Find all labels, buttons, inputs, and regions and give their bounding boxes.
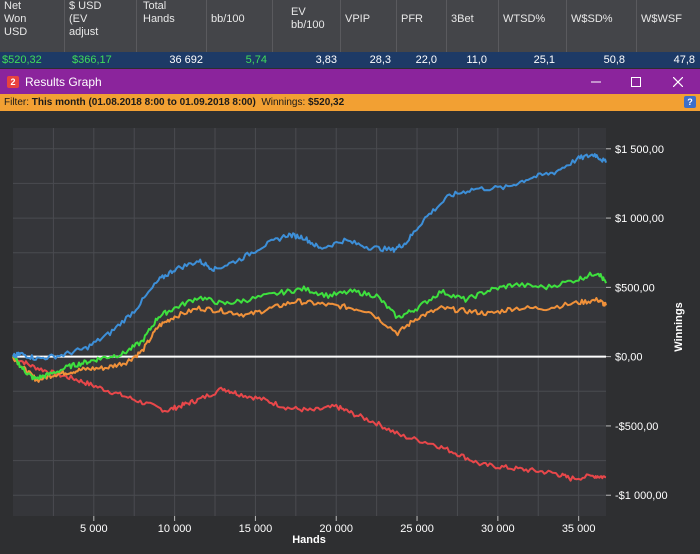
value-usd-ev-adjusted: $366,17 [72,54,112,66]
y-tick-label: -$1 000,00 [615,490,668,502]
help-icon[interactable]: ? [684,96,696,108]
x-tick-label: 30 000 [481,523,515,535]
column-header-total-hands[interactable]: Total Hands [136,0,204,52]
x-tick-label: 5 000 [80,523,108,535]
x-axis-ticks: 5 000 10 000 15 000 20 000 25 000 30 000 35 00… [80,516,595,535]
x-tick-label: 15 000 [239,523,273,535]
x-tick-label: 25 000 [400,523,434,535]
maximize-button[interactable] [618,69,654,94]
y-tick-label: $0,00 [615,352,643,364]
stats-header: Net Won USD $ USD (EV adjust Total Hands… [0,0,700,53]
column-header-net-won-usd[interactable]: Net Won USD [0,0,58,52]
column-header-wtsd[interactable]: WTSD% [498,0,560,52]
value-net-won-usd: $520,32 [2,54,42,66]
winnings-value: $520,32 [308,97,345,108]
filter-bar: Filter: This month (01.08.2018 8:00 to 0… [0,94,700,111]
y-tick-label: $1 500,00 [615,144,664,156]
y-axis-label: Winnings [673,302,685,351]
value-vpip: 28,3 [369,54,391,66]
column-header-bb100[interactable]: bb/100 [206,0,270,52]
winnings-label: Winnings: [255,97,309,108]
value-3bet: 11,0 [466,54,487,66]
stats-values-row[interactable]: $520,32 $366,17 36 692 5,74 3,83 28,3 22… [0,52,700,68]
window-badge: 2 [7,76,19,88]
x-tick-label: 35 000 [562,523,596,535]
minimize-button[interactable] [578,69,614,94]
x-tick-label: 10 000 [158,523,192,535]
window-title: Results Graph [25,75,102,89]
column-header-vpip[interactable]: VPIP [340,0,390,52]
value-total-hands: 36 692 [169,54,203,66]
column-header-3bet[interactable]: 3Bet [446,0,496,52]
value-wwsf: 47,8 [673,54,695,66]
filter-prefix: Filter: [4,97,32,108]
column-header-wwsf[interactable]: W$WSF [636,0,700,52]
close-button[interactable] [660,69,696,94]
value-pfr: 22,0 [415,54,437,66]
column-header-wsd[interactable]: W$SD% [566,0,636,52]
window-titlebar[interactable]: 2 Results Graph [0,69,700,94]
y-tick-label: -$500,00 [615,421,658,433]
y-tick-label: $1 000,00 [615,213,664,225]
x-axis-label: Hands [292,534,326,546]
value-wtsd: 25,1 [533,54,555,66]
maximize-icon [631,77,641,88]
column-header-pfr[interactable]: PFR [396,0,442,52]
column-header-usd-ev-adjusted[interactable]: $ USD (EV adjust [64,0,124,52]
value-bb100: 5,74 [245,54,267,66]
filter-period: This month (01.08.2018 8:00 to 01.09.201… [31,97,256,108]
value-ev-bb100: 3,83 [315,54,337,66]
results-graph-svg: $1 500,00 $1 000,00 $500,00 $0,00 -$500,00 -$… [12,128,685,546]
minimize-icon [591,81,601,83]
results-chart[interactable]: $1 500,00 $1 000,00 $500,00 $0,00 -$500,00 -$… [0,111,700,554]
y-tick-label: $500,00 [615,282,655,294]
column-header-ev-bb100[interactable]: EV bb/100 [272,0,340,52]
close-icon [672,76,684,88]
filter-text: Filter: This month (01.08.2018 8:00 to 0… [4,94,344,111]
y-axis-ticks: $1 500,00 $1 000,00 $500,00 $0,00 -$500,00 -$… [606,144,668,502]
value-wsd: 50,8 [603,54,625,66]
